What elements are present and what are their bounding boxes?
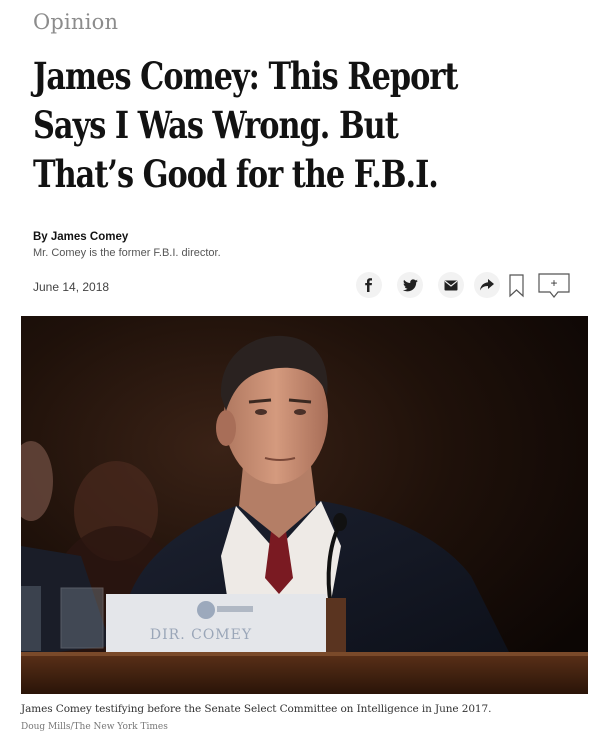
share-toolbar: + <box>354 270 584 300</box>
email-icon <box>444 280 458 291</box>
comment-button[interactable]: + <box>538 273 570 304</box>
nameplate-text: DIR. COMEY <box>150 627 252 643</box>
email-share-button[interactable] <box>438 272 464 298</box>
photo-credit: Doug Mills/The New York Times <box>21 722 168 732</box>
save-button[interactable] <box>509 274 524 303</box>
publish-date: June 14, 2018 <box>33 280 110 294</box>
comment-plus-symbol: + <box>550 276 557 290</box>
lead-photo[interactable]: DIR. COMEY <box>21 316 588 694</box>
twitter-share-button[interactable] <box>397 272 423 298</box>
more-share-button[interactable] <box>474 272 500 298</box>
facebook-share-button[interactable] <box>356 272 382 298</box>
share-icon <box>480 279 494 291</box>
comment-icon: + <box>538 273 570 303</box>
twitter-icon <box>402 278 418 292</box>
byline[interactable]: By James Comey <box>33 231 128 243</box>
photo-caption: James Comey testifying before the Senate… <box>21 703 492 715</box>
headline: James Comey: This Report Says I Was Wron… <box>33 54 458 196</box>
bookmark-icon <box>509 274 524 302</box>
author-bio: Mr. Comey is the former F.B.I. director. <box>33 247 221 259</box>
facebook-icon <box>362 278 376 292</box>
section-label[interactable]: Opinion <box>33 10 118 34</box>
